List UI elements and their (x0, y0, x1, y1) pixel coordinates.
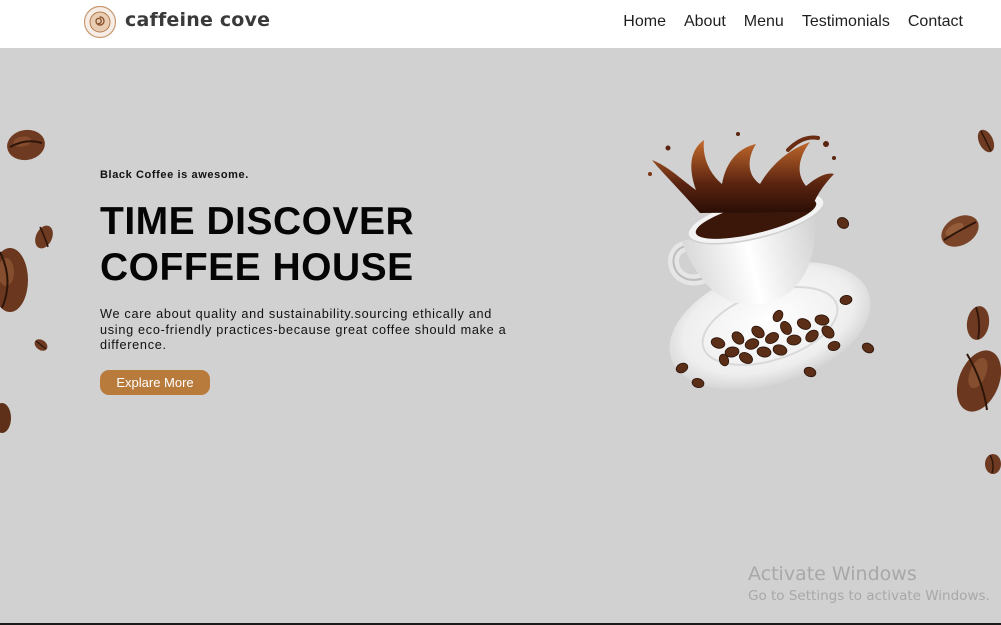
hero-headline: TIME DISCOVER COFFEE HOUSE (100, 199, 414, 291)
explore-more-button[interactable]: Explare More (100, 370, 210, 395)
nav-link-home[interactable]: Home (623, 13, 666, 31)
hero-description: We care about quality and sustainability… (100, 307, 507, 352)
coffee-bean-icon (34, 339, 48, 351)
windows-activation-title: Activate Windows (748, 563, 917, 585)
nav-link-about[interactable]: About (684, 13, 726, 31)
coffee-bean-icon (977, 129, 995, 153)
coffee-bean-icon (956, 350, 1001, 412)
brand-name[interactable]: caffeine cove (125, 9, 270, 31)
coffee-bean-icon (966, 306, 990, 340)
main-nav: Home About Menu Testimonials Contact (623, 13, 963, 31)
coffee-bean-icon (35, 225, 53, 249)
nav-link-menu[interactable]: Menu (744, 13, 784, 31)
windows-activation-subtitle: Go to Settings to activate Windows. (748, 588, 990, 604)
nav-link-testimonials[interactable]: Testimonials (802, 13, 890, 31)
hero-headline-line-1: TIME DISCOVER (100, 200, 415, 243)
coffee-bean-icon (0, 403, 11, 433)
top-navbar: caffeine cove Home About Menu Testimonia… (0, 0, 1001, 48)
coffee-swirl-icon[interactable] (83, 5, 117, 39)
coffee-bean-icon (0, 248, 28, 312)
hero-eyebrow: Black Coffee is awesome. (100, 169, 249, 181)
coffee-cup-splash-illustration (648, 132, 875, 390)
nav-link-contact[interactable]: Contact (908, 13, 963, 31)
hero-headline-line-2: COFFEE HOUSE (100, 246, 414, 289)
coffee-bean-icon (985, 454, 1001, 474)
coffee-bean-icon (941, 215, 979, 247)
coffee-bean-icon (7, 129, 45, 161)
